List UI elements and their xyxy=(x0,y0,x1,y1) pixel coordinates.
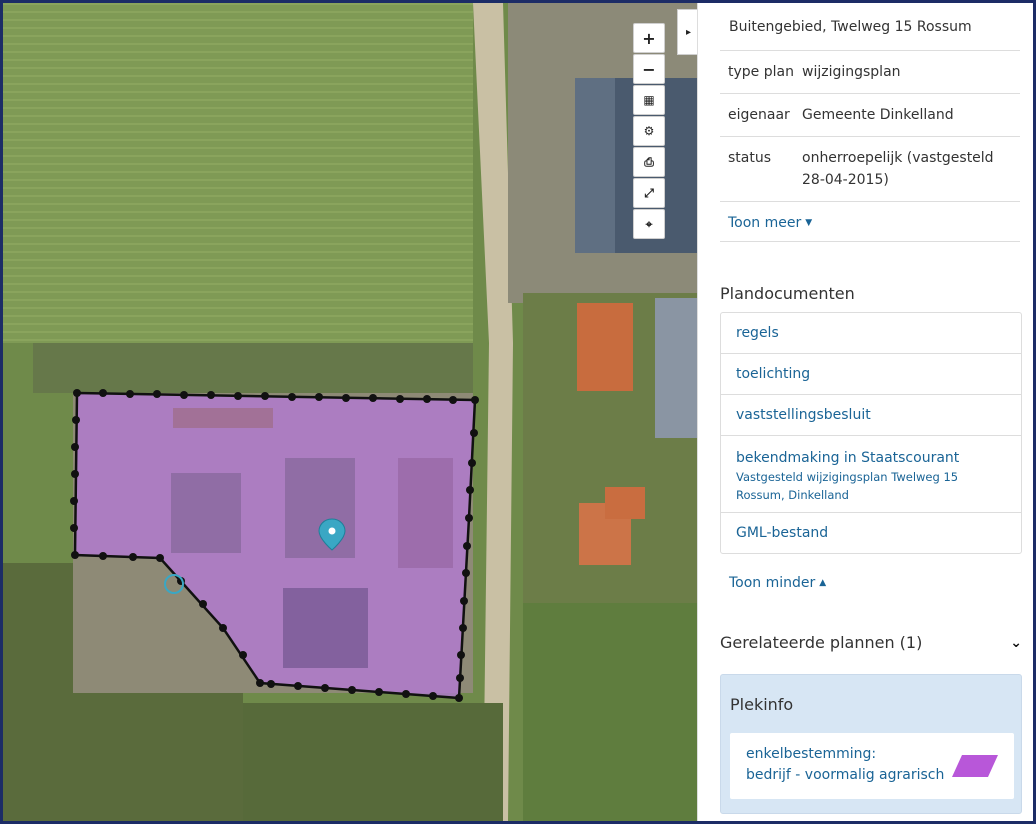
plus-icon: + xyxy=(642,28,656,48)
toon-meer-row: Toon meer ▼ xyxy=(720,201,1020,242)
map-controls: + − ▦ ⚙ ⎙ ⤢ ⌖ xyxy=(633,23,665,240)
toon-minder-link[interactable]: Toon minder ▲ xyxy=(729,575,826,591)
info-row-owner: eigenaar Gemeente Dinkelland xyxy=(720,93,1020,136)
info-value: wijzigingsplan xyxy=(802,64,901,80)
info-row-type: type plan wijzigingsplan xyxy=(720,50,1020,93)
info-key: status xyxy=(728,150,772,166)
app-frame: + − ▦ ⚙ ⎙ ⤢ ⌖ ▸ Buitengebied, Twelweg 15… xyxy=(0,0,1036,824)
caret-down-icon: ▼ xyxy=(805,218,813,228)
info-value: Gemeente Dinkelland xyxy=(802,107,954,123)
toon-meer-link[interactable]: Toon meer ▼ xyxy=(728,215,812,231)
locate-button[interactable]: ⌖ xyxy=(633,209,665,239)
plekinfo-line2: bedrijf - voormalig agrarisch xyxy=(746,767,945,783)
related-plans-toggle[interactable]: Gerelateerde plannen (1) ⌄ xyxy=(720,633,1022,652)
toon-meer-label: Toon meer xyxy=(728,215,802,231)
settings-button[interactable]: ⚙ xyxy=(633,116,665,146)
panel-toggle-button[interactable]: ▸ xyxy=(677,9,697,55)
print-button[interactable]: ⎙ xyxy=(633,147,665,177)
plan-info-table: type plan wijzigingsplan eigenaar Gemeen… xyxy=(720,50,1020,242)
expand-icon: ⤢ xyxy=(644,185,654,200)
aerial-photo xyxy=(3,3,697,821)
documents-heading: Plandocumenten xyxy=(720,284,855,303)
doc-sublabel: Vastgesteld wijzigingsplan Twelweg 15 Ro… xyxy=(736,470,959,502)
plekinfo-title: Plekinfo xyxy=(730,695,794,714)
zoom-out-button[interactable]: − xyxy=(633,54,665,84)
doc-link-vaststellingsbesluit[interactable]: vaststellingsbesluit xyxy=(721,394,1021,435)
caret-right-icon: ▸ xyxy=(685,26,692,38)
plekinfo-box: Plekinfo enkelbestemming: bedrijf - voor… xyxy=(720,674,1022,814)
doc-label: bekendmaking in Staatscourant xyxy=(736,450,960,466)
plekinfo-text: enkelbestemming: bedrijf - voormalig agr… xyxy=(746,744,944,786)
info-row-status: status onherroepelijk (vastgesteld 28-04… xyxy=(720,136,1020,201)
chevron-down-icon: ⌄ xyxy=(1010,634,1022,651)
doc-link-regels[interactable]: regels xyxy=(721,313,1021,353)
crosshair-icon: ⌖ xyxy=(645,216,653,231)
fullscreen-button[interactable]: ⤢ xyxy=(633,178,665,208)
doc-link-toelichting[interactable]: toelichting xyxy=(721,353,1021,394)
minus-icon: − xyxy=(642,59,656,79)
toon-minder-label: Toon minder xyxy=(729,575,816,591)
info-key: type plan xyxy=(728,64,794,80)
plekinfo-line1: enkelbestemming: xyxy=(746,746,877,762)
plekinfo-card[interactable]: enkelbestemming: bedrijf - voormalig agr… xyxy=(730,733,1014,799)
side-panel: Buitengebied, Twelweg 15 Rossum type pla… xyxy=(697,3,1033,821)
doc-link-staatscourant[interactable]: bekendmaking in Staatscourant Vastgestel… xyxy=(721,435,1021,512)
legend-swatch-icon xyxy=(952,755,998,777)
layers-button[interactable]: ▦ xyxy=(633,85,665,115)
layers-icon: ▦ xyxy=(643,93,655,107)
info-value: onherroepelijk (vastgesteld 28-04-2015) xyxy=(802,150,994,188)
plan-title: Buitengebied, Twelweg 15 Rossum xyxy=(729,19,972,35)
info-key: eigenaar xyxy=(728,107,790,123)
doc-link-gml[interactable]: GML-bestand xyxy=(721,512,1021,553)
documents-list: regels toelichting vaststellingsbesluit … xyxy=(720,312,1022,554)
related-plans-heading: Gerelateerde plannen (1) xyxy=(720,633,923,652)
gear-icon: ⚙ xyxy=(643,124,655,138)
zoom-in-button[interactable]: + xyxy=(633,23,665,53)
map-view[interactable]: + − ▦ ⚙ ⎙ ⤢ ⌖ ▸ xyxy=(3,3,697,821)
caret-up-icon: ▲ xyxy=(819,578,827,588)
printer-icon: ⎙ xyxy=(644,154,654,169)
